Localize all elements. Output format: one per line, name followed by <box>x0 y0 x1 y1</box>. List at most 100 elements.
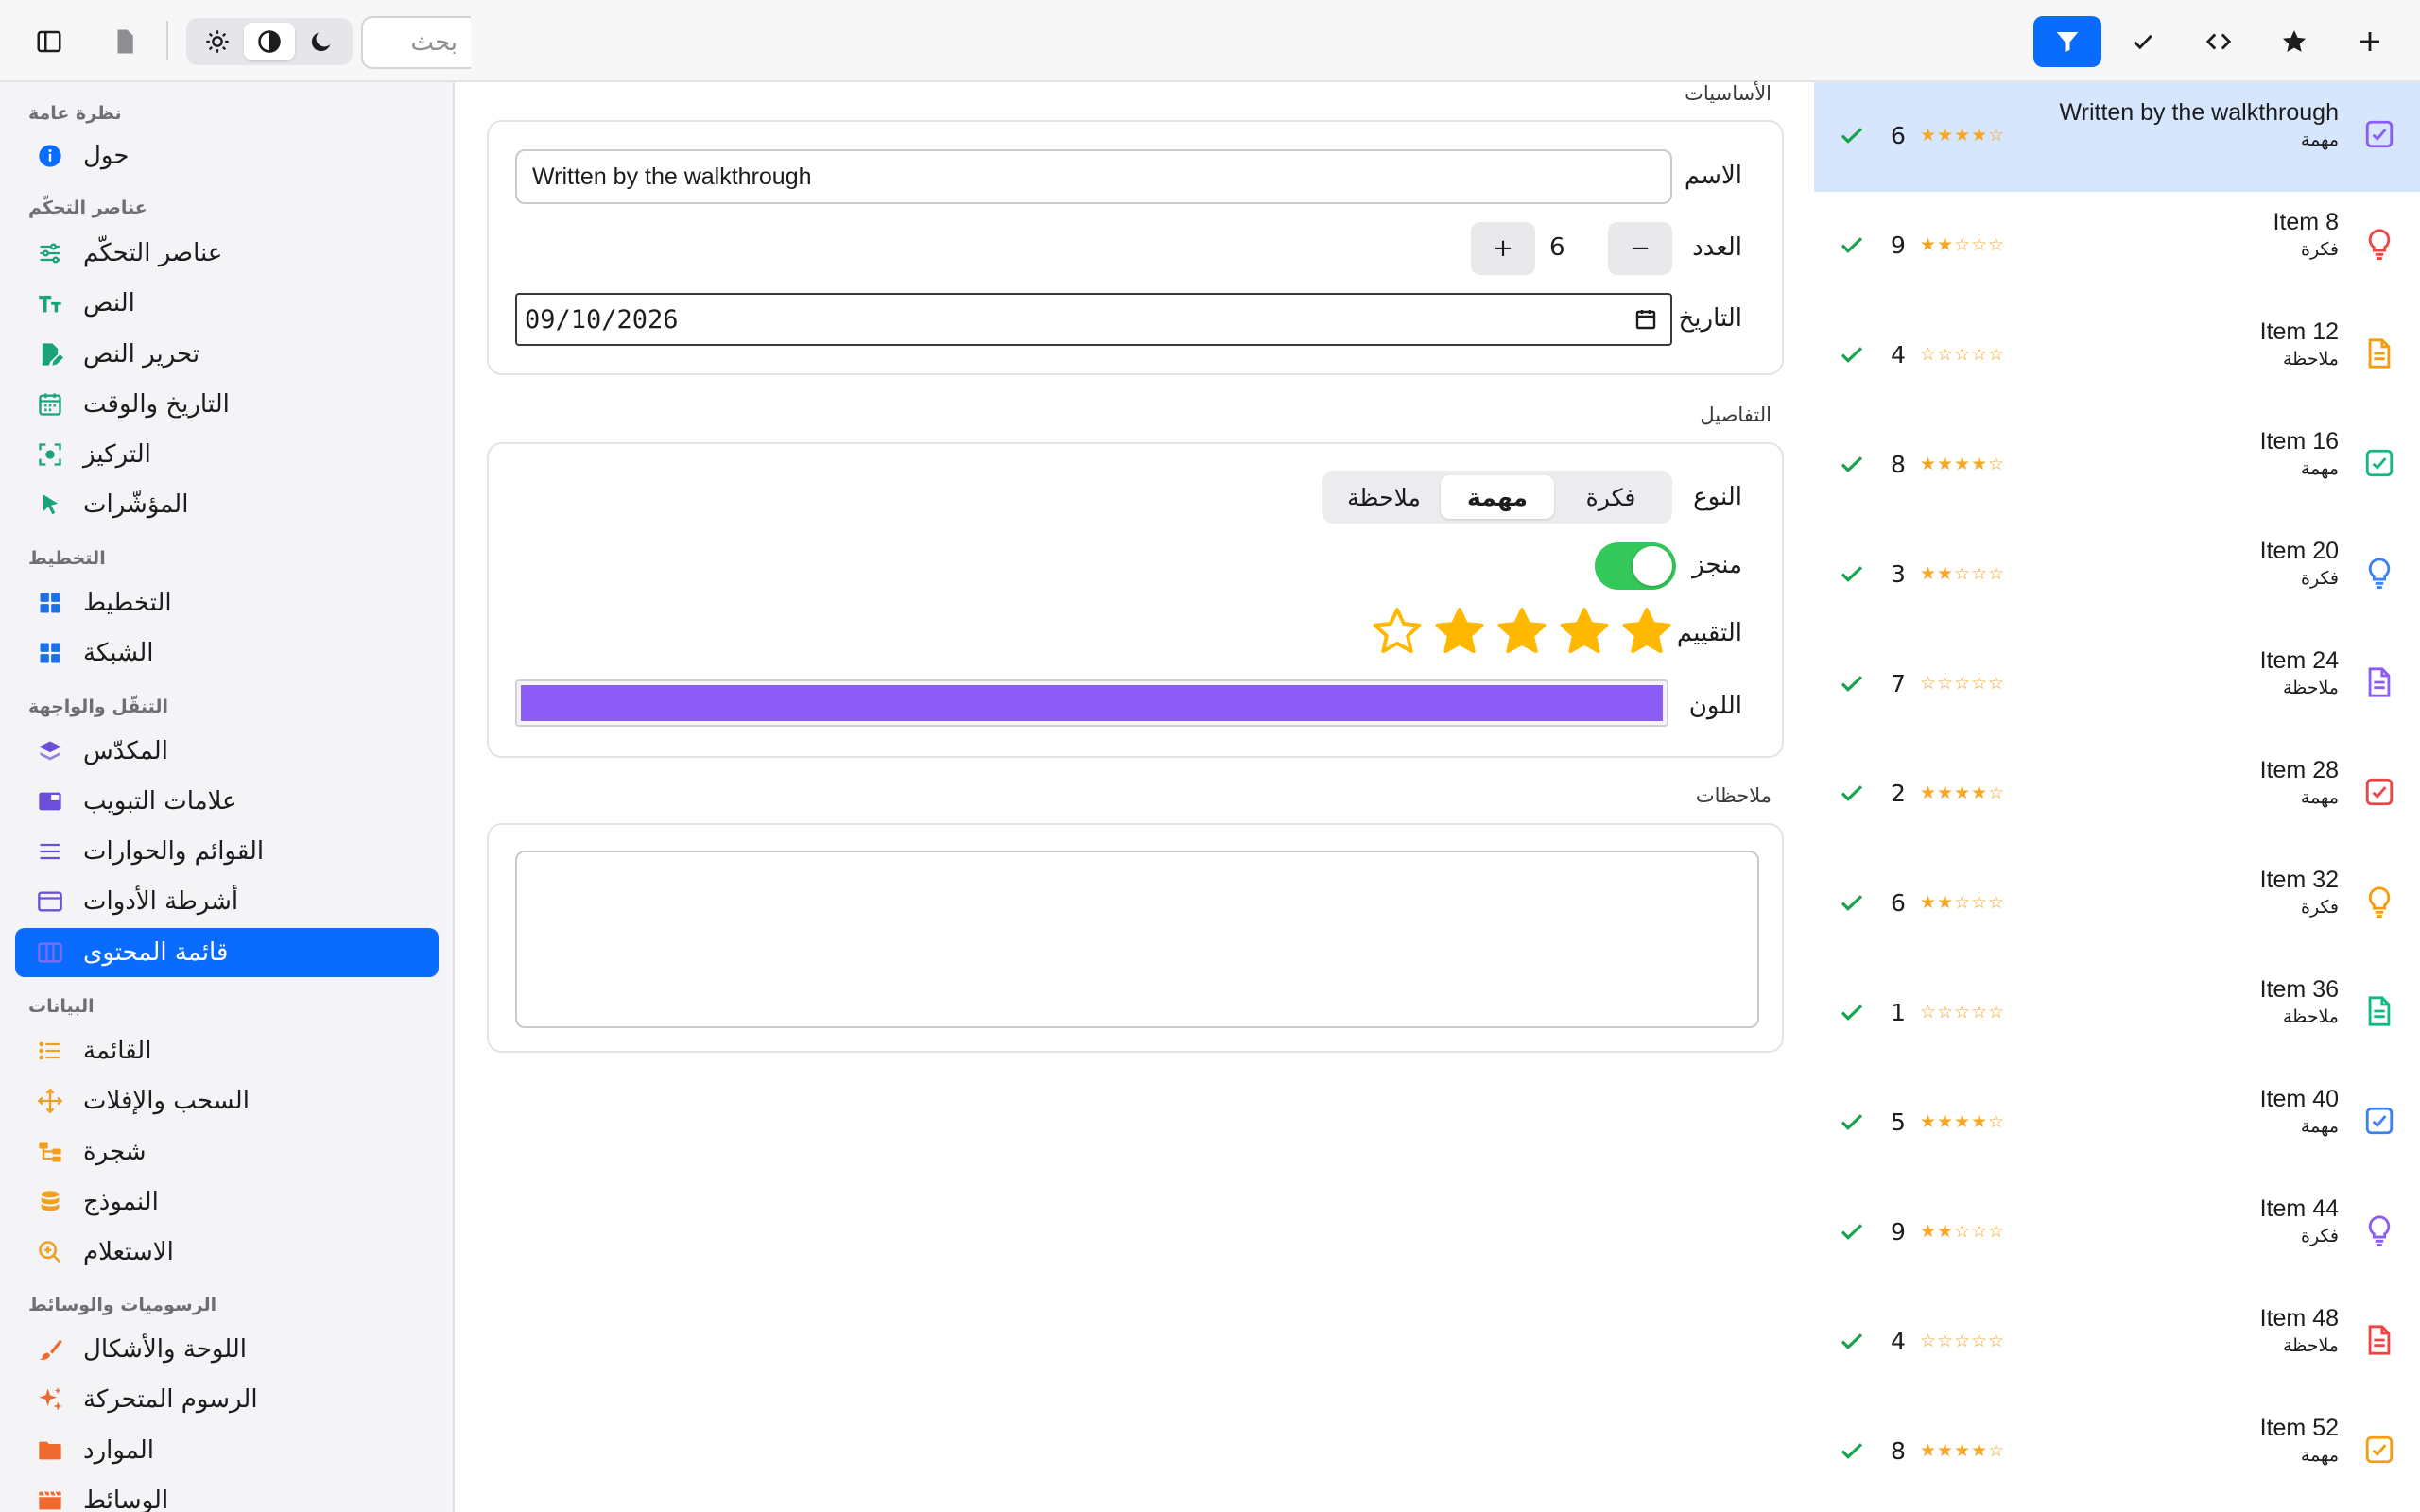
sidebar-item-date-time[interactable]: التاريخ والوقت <box>15 380 439 429</box>
done-check-icon <box>1841 676 1863 692</box>
type-segmented-control[interactable]: ملاحظة مهمة فكرة <box>1322 471 1672 524</box>
done-toggle[interactable] <box>1595 542 1676 590</box>
color-picker[interactable] <box>515 679 1668 727</box>
type-option-note[interactable]: ملاحظة <box>1327 475 1441 519</box>
list-item[interactable]: 4 ☆☆☆☆☆ Item 48 ملاحظة <box>1814 1288 2420 1398</box>
sidebar-item-focus[interactable]: التركيز <box>15 430 439 479</box>
list-item[interactable]: 6 ★★☆☆☆ Item 32 فكرة <box>1814 850 2420 959</box>
add-button[interactable] <box>2336 16 2404 67</box>
sidebar-item-label: أشرطة الأدوات <box>83 887 239 916</box>
type-option-idea[interactable]: فكرة <box>1554 475 1668 519</box>
notes-textarea[interactable] <box>515 850 1759 1028</box>
favorite-button[interactable] <box>2260 16 2328 67</box>
sidebar-item-controls[interactable]: عناصر التحكّم <box>15 229 439 278</box>
sidebar-item-tabs[interactable]: علامات التبويب <box>15 777 439 826</box>
sidebar-section-navigation: التنقّل والواجهة <box>28 696 169 717</box>
sidebar-item-drag-drop[interactable]: السحب والإفلات <box>15 1076 439 1125</box>
stack-icon <box>36 737 64 765</box>
sidebar-item-content-list[interactable]: قائمة المحتوى <box>15 928 439 977</box>
filter-button[interactable] <box>2033 16 2101 67</box>
done-check-icon <box>1841 1005 1863 1021</box>
sidebar-item-text[interactable]: النص <box>15 279 439 328</box>
sidebar-toggle-button[interactable] <box>15 16 83 67</box>
item-rating: ★★★★☆ <box>1920 125 2006 146</box>
sidebar-item-label: الوسائط <box>83 1486 169 1512</box>
item-type: ملاحظة <box>2282 349 2339 369</box>
sidebar-item-canvas-shapes[interactable]: اللوحة والأشكال <box>15 1325 439 1374</box>
sidebar-item-toolbars[interactable]: أشرطة الأدوات <box>15 877 439 926</box>
item-count: 5 <box>1891 1108 1906 1136</box>
sun-icon <box>206 30 229 53</box>
sidebar-item-grid[interactable]: الشبكة <box>15 628 439 678</box>
code-button[interactable] <box>2185 16 2253 67</box>
check-button[interactable] <box>2109 16 2177 67</box>
list-item[interactable]: 9 ★★☆☆☆ Item 8 فكرة <box>1814 192 2420 301</box>
sidebar-item-menus-dialogs[interactable]: القوائم والحوارات <box>15 827 439 876</box>
auto-mode-option[interactable] <box>244 23 295 60</box>
type-option-task[interactable]: مهمة <box>1441 475 1554 519</box>
sidebar-item-text-editing[interactable]: تحرير النص <box>15 330 439 379</box>
calendar-picker-icon[interactable] <box>1634 308 1657 331</box>
split-view-icon <box>36 938 64 967</box>
rating-stars[interactable] <box>1370 604 1674 659</box>
list-item[interactable]: 2 ★★★★☆ Item 28 مهمة <box>1814 740 2420 850</box>
dark-mode-option[interactable] <box>296 23 347 60</box>
light-mode-option[interactable] <box>192 23 243 60</box>
task-icon <box>2365 1107 2394 1135</box>
decrement-button[interactable]: − <box>1608 222 1672 275</box>
search-input[interactable]: بحث <box>361 16 471 69</box>
sidebar-item-media[interactable]: الوسائط <box>15 1476 439 1512</box>
date-field[interactable]: 09/10/2026 <box>515 293 1672 346</box>
star-filled-icon[interactable] <box>1619 604 1674 659</box>
star-filled-icon[interactable] <box>1432 604 1487 659</box>
date-value: 09/10/2026 <box>525 304 679 335</box>
list-item[interactable]: 4 ☆☆☆☆☆ Item 12 ملاحظة <box>1814 301 2420 411</box>
item-rating: ★★☆☆☆ <box>1920 1221 2006 1242</box>
list-item[interactable]: 7 ☆☆☆☆☆ Item 24 ملاحظة <box>1814 630 2420 740</box>
name-field[interactable]: Written by the walkthrough <box>515 149 1672 204</box>
item-count: 8 <box>1891 451 1906 478</box>
task-icon <box>2365 1435 2394 1464</box>
item-title: Item 32 <box>2259 867 2339 893</box>
sidebar-item-layout[interactable]: التخطيط <box>15 578 439 627</box>
plus-icon <box>2360 32 2379 51</box>
star-filled-icon[interactable] <box>1495 604 1549 659</box>
list-item[interactable]: 6 ★★★★☆ Written by the walkthrough مهمة <box>1814 82 2420 192</box>
item-count: 2 <box>1891 780 1906 807</box>
grid-icon <box>36 639 64 667</box>
done-check-icon <box>1841 1333 1863 1349</box>
sidebar-item-tree[interactable]: شجرة <box>15 1127 439 1177</box>
item-type: مهمة <box>2300 458 2339 479</box>
document-button[interactable] <box>91 16 159 67</box>
list-item[interactable]: 3 ★★☆☆☆ Item 20 فكرة <box>1814 521 2420 630</box>
sidebar-item-label: المؤشّرات <box>83 490 189 519</box>
sidebar-item-query[interactable]: الاستعلام <box>15 1228 439 1277</box>
list-item[interactable]: 5 ★★★★☆ Item 40 مهمة <box>1814 1069 2420 1178</box>
sidebar-item-stack[interactable]: المكدّس <box>15 727 439 776</box>
sidebar-section-controls: عناصر التحكّم <box>28 198 147 218</box>
toolbar-divider <box>166 21 168 60</box>
sidebar-item-model[interactable]: النموذج <box>15 1177 439 1227</box>
done-check-icon <box>1841 1443 1863 1459</box>
sidebar-item-animations[interactable]: الرسوم المتحركة <box>15 1375 439 1424</box>
info-icon <box>36 142 64 170</box>
item-rating: ☆☆☆☆☆ <box>1920 344 2006 365</box>
idea-icon <box>2368 229 2391 260</box>
appearance-mode-switch[interactable] <box>186 18 353 65</box>
item-rating: ★★★★☆ <box>1920 782 2006 803</box>
star-filled-icon[interactable] <box>1557 604 1612 659</box>
item-count: 7 <box>1891 670 1906 697</box>
done-check-icon <box>1841 1224 1863 1240</box>
sidebar-item-about[interactable]: حول <box>15 131 439 180</box>
idea-icon <box>2368 1215 2391 1246</box>
star-empty-icon[interactable] <box>1370 604 1425 659</box>
sidebar-item-resources[interactable]: الموارد <box>15 1426 439 1475</box>
increment-button[interactable]: + <box>1471 222 1535 275</box>
list-item[interactable]: 9 ★★☆☆☆ Item 44 فكرة <box>1814 1178 2420 1288</box>
sidebar-item-pointers[interactable]: المؤشّرات <box>15 480 439 529</box>
list-item[interactable]: 8 ★★★★☆ Item 16 مهمة <box>1814 411 2420 521</box>
list-item[interactable]: 1 ☆☆☆☆☆ Item 36 ملاحظة <box>1814 959 2420 1069</box>
sidebar-item-list[interactable]: القائمة <box>15 1026 439 1075</box>
list-item[interactable]: 8 ★★★★☆ Item 52 مهمة <box>1814 1398 2420 1507</box>
sidebar-item-label: الشبكة <box>83 639 154 667</box>
